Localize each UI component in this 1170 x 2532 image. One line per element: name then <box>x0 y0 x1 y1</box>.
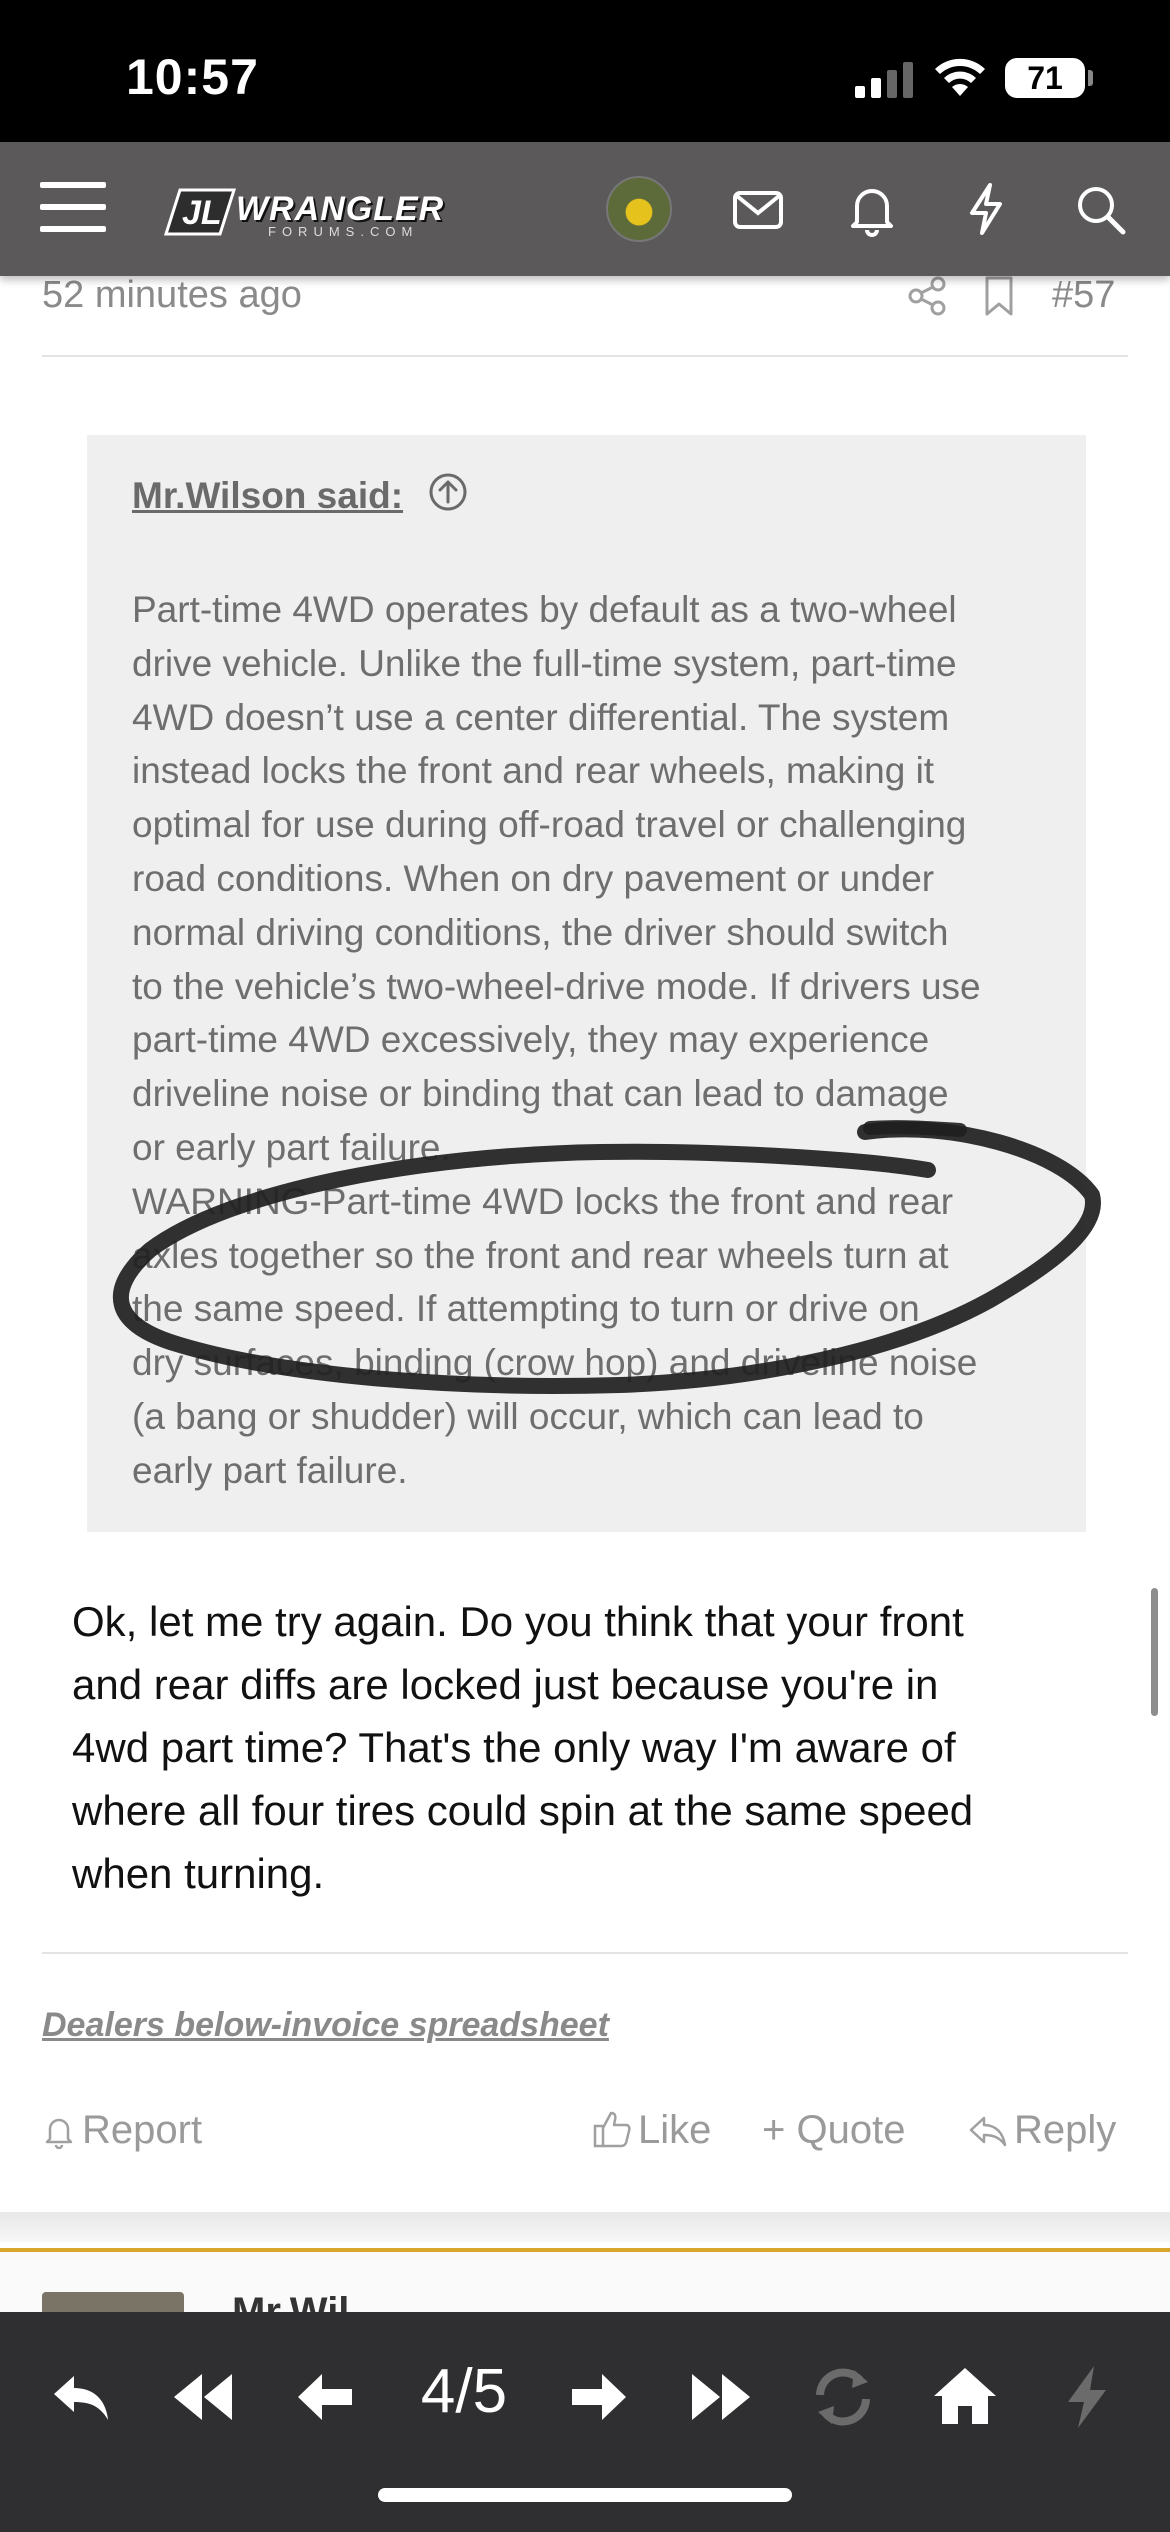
battery-indicator: 71 <box>1005 58 1085 98</box>
bookmark-icon[interactable] <box>982 276 1016 316</box>
search-icon[interactable] <box>1071 180 1129 238</box>
reply-arrow-icon <box>969 2116 1007 2147</box>
post-number[interactable]: #57 <box>1052 274 1115 317</box>
quote-label: + Quote <box>762 2108 906 2152</box>
arrow-left-icon[interactable] <box>290 2362 360 2432</box>
page-indicator[interactable]: 4/5 <box>400 2356 528 2427</box>
share-icon[interactable] <box>906 276 948 316</box>
divider <box>42 1952 1128 1954</box>
like-button[interactable]: Like <box>592 2108 711 2153</box>
battery-nub <box>1088 70 1093 86</box>
report-label: Report <box>82 2108 203 2152</box>
wifi-icon <box>935 58 985 96</box>
thumbs-up-icon <box>593 2111 631 2148</box>
reply-back-icon[interactable] <box>46 2362 116 2432</box>
lightning-icon[interactable] <box>1052 2362 1122 2432</box>
site-logo[interactable]: JL WRANGLER FORUMS.COM <box>160 178 443 242</box>
status-bar: 10:57 71 <box>0 0 1170 142</box>
quote-paragraph: WARNING-Part-time 4WD locks the front an… <box>132 1180 978 1491</box>
post-body-text: Ok, let me try again. Do you think that … <box>72 1598 974 1897</box>
refresh-icon[interactable] <box>808 2362 878 2432</box>
post-separator <box>0 2212 1170 2242</box>
mail-icon[interactable] <box>729 180 787 238</box>
scrollbar[interactable] <box>1151 1588 1158 1716</box>
jl-badge-icon: JL <box>163 188 237 236</box>
reply-label: Reply <box>1014 2108 1117 2152</box>
home-indicator[interactable] <box>378 2488 792 2502</box>
signature-link[interactable]: Dealers below-invoice spreadsheet <box>42 2006 609 2045</box>
post-meta: 52 minutes ago #57 <box>0 274 1170 356</box>
arrow-up-circle-icon[interactable] <box>427 471 469 513</box>
quote-button[interactable]: + Quote <box>762 2108 905 2153</box>
home-icon[interactable] <box>930 2362 1000 2432</box>
fast-forward-last-page-icon[interactable] <box>686 2362 756 2432</box>
post-body: Ok, let me try again. Do you think that … <box>72 1590 1092 1905</box>
quote-body: Part-time 4WD operates by default as a t… <box>132 583 1062 1498</box>
app-header: JL WRANGLER FORUMS.COM <box>0 142 1170 276</box>
arrow-right-icon[interactable] <box>564 2362 634 2432</box>
quote-paragraph: Part-time 4WD operates by default as a t… <box>132 589 981 1168</box>
cellular-signal-icon <box>855 62 913 98</box>
divider <box>42 355 1128 357</box>
bell-icon[interactable] <box>843 180 901 238</box>
like-label: Like <box>638 2108 712 2152</box>
quote-block: Mr.Wilson said: Part-time 4WD operates b… <box>87 435 1086 1532</box>
report-button[interactable]: Report <box>42 2108 202 2153</box>
lightning-icon[interactable] <box>957 180 1015 238</box>
reply-button[interactable]: Reply <box>968 2108 1116 2153</box>
post-timestamp[interactable]: 52 minutes ago <box>42 274 302 317</box>
logo-subtext: FORUMS.COM <box>268 224 419 239</box>
status-time: 10:57 <box>126 49 259 105</box>
menu-icon[interactable] <box>40 182 108 234</box>
quote-author-link[interactable]: Mr.Wilson said: <box>132 475 403 517</box>
next-post-preview: Mr.Wil <box>0 2252 1170 2334</box>
rewind-first-page-icon[interactable] <box>168 2362 238 2432</box>
avatar[interactable] <box>606 176 672 242</box>
bell-outline-icon <box>45 2118 73 2150</box>
logo-badge-text: JL <box>182 194 222 232</box>
post-actions: Report Like + Quote Reply <box>0 2100 1170 2170</box>
